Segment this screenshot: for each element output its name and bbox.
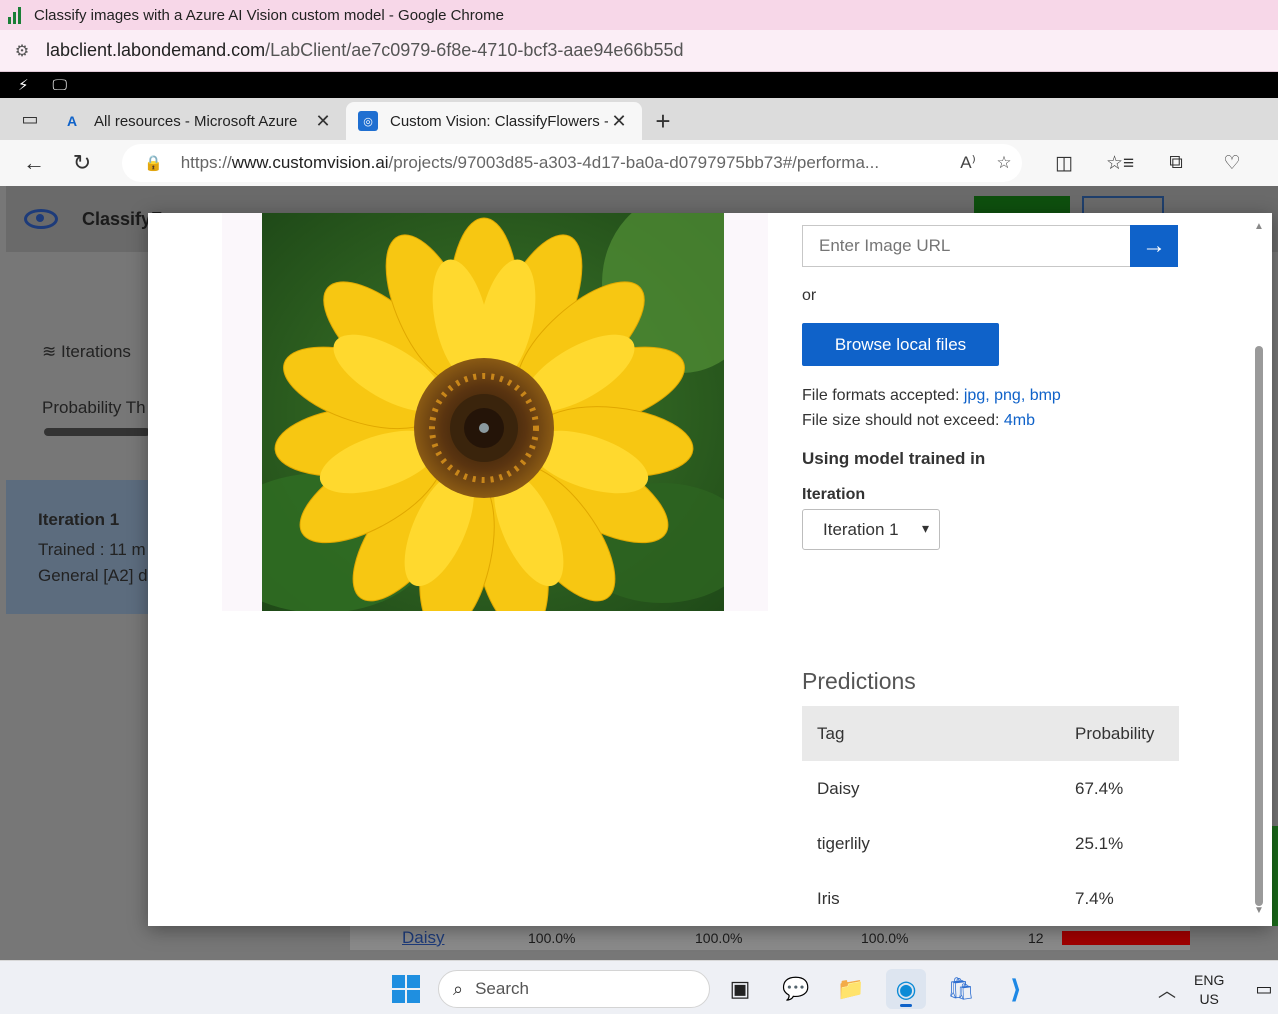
browse-local-files-button[interactable]: Browse local files xyxy=(802,323,999,366)
window-title-bar: Classify images with a Azure AI Vision c… xyxy=(0,0,1278,30)
image-url-input[interactable] xyxy=(802,225,1130,267)
lightning-icon[interactable]: ⚡ xyxy=(18,76,29,94)
probability-slider[interactable] xyxy=(44,428,150,436)
prediction-probability: 25.1% xyxy=(1075,833,1124,853)
task-view-icon[interactable]: ▣ xyxy=(720,969,760,1009)
scroll-up-icon[interactable]: ▲ xyxy=(1254,221,1264,232)
tag-link[interactable]: Daisy xyxy=(402,928,445,948)
table-row: Iris 7.4% xyxy=(802,871,1179,926)
favorites-icon[interactable]: ☆≡ xyxy=(1092,143,1148,183)
display-settings-icon[interactable]: ▭ xyxy=(1244,969,1278,1009)
iteration-trained: Trained : 11 m xyxy=(38,540,146,559)
format-jpg: jpg xyxy=(963,387,986,404)
read-aloud-icon[interactable]: A⁾ xyxy=(950,153,986,173)
split-screen-icon[interactable]: ◫ xyxy=(1036,143,1092,183)
outer-url-domain: labclient.labondemand.com xyxy=(46,40,266,60)
tab-label: All resources - Microsoft Azure xyxy=(94,112,298,130)
iteration-card-title: Iteration 1 xyxy=(38,510,120,529)
prediction-tag: Iris xyxy=(817,888,840,908)
app-chart-icon xyxy=(8,6,26,24)
iteration-card[interactable]: Iteration 1 Trained : 11 m General [A2] … xyxy=(6,480,148,614)
image-count: 12 xyxy=(1028,930,1044,946)
tab-actions-icon[interactable]: ▭ xyxy=(10,98,50,140)
ap-value: 100.0% xyxy=(861,930,909,946)
precision-value: 100.0% xyxy=(528,930,576,946)
tag-performance-row: Daisy 100.0% 100.0% 100.0% 12 xyxy=(350,926,1190,950)
tag-column-header: Tag xyxy=(802,706,1061,761)
show-hidden-icons-caret-icon[interactable]: ︿ xyxy=(1158,977,1176,1003)
table-row: Daisy 67.4% xyxy=(802,761,1179,816)
taskbar-search-placeholder: Search xyxy=(475,979,529,998)
teams-chat-icon[interactable]: 💬 xyxy=(776,969,816,1009)
outer-address-bar[interactable]: ⚙ labclient.labondemand.com/LabClient/ae… xyxy=(0,30,1278,72)
predictions-header-row: Tag Probability xyxy=(802,706,1179,761)
azure-icon: A xyxy=(66,113,78,129)
format-png: png xyxy=(994,387,1021,404)
site-settings-icon[interactable]: ⚙ xyxy=(10,40,34,62)
refresh-icon[interactable]: ↻ xyxy=(58,143,106,183)
iteration-selected-value: Iteration 1 xyxy=(823,519,899,539)
monitor-icon[interactable]: 🖵 xyxy=(53,77,67,94)
language-indicator[interactable]: ENG US xyxy=(1194,971,1224,1009)
probability-threshold-label: Probability Th xyxy=(42,398,146,417)
size-limit: 4mb xyxy=(1003,412,1036,429)
back-arrow-icon[interactable]: ← xyxy=(10,143,58,183)
vscode-icon[interactable]: ⟩ xyxy=(996,969,1036,1009)
address-url: https://www.customvision.ai/projects/970… xyxy=(180,153,880,172)
scroll-thumb[interactable] xyxy=(1255,346,1263,906)
tab-strip: ▭ A All resources - Microsoft Azure ✕ ◎ … xyxy=(0,98,1278,140)
table-row: tigerlily 25.1% xyxy=(802,816,1179,871)
taskbar-search[interactable]: ⌕ Search xyxy=(438,970,710,1008)
iteration-select-label: Iteration xyxy=(802,486,866,503)
taskbar: ⌕ Search ▣ 💬 📁 ◉ 🛍 ⟩ ︿ ENG US ▭ xyxy=(0,960,1278,1014)
scroll-down-icon[interactable]: ▼ xyxy=(1254,905,1264,916)
tab-azure[interactable]: A All resources - Microsoft Azure ✕ xyxy=(50,102,346,140)
tab-label: Custom Vision: ClassifyFlowers - xyxy=(390,112,608,130)
predictions-title: Predictions xyxy=(802,668,916,694)
prediction-tag: Daisy xyxy=(817,778,860,798)
outer-url-path: /LabClient/ae7c0979-6f8e-4710-bcf3-aae94… xyxy=(265,40,684,60)
quick-test-modal: → or Browse local files File formats acc… xyxy=(148,213,1272,926)
iteration-domain: General [A2] d xyxy=(38,566,148,585)
recall-value: 100.0% xyxy=(695,930,743,946)
search-icon: ⌕ xyxy=(453,978,464,999)
start-windows-icon[interactable] xyxy=(386,969,426,1009)
tab-custom-vision[interactable]: ◎ Custom Vision: ClassifyFlowers - ✕ xyxy=(346,102,642,140)
file-explorer-icon[interactable]: 📁 xyxy=(831,969,871,1009)
browser-essentials-icon[interactable]: ♡ xyxy=(1204,143,1260,183)
chevron-down-icon: ▾ xyxy=(921,520,929,536)
or-text: or xyxy=(802,287,817,304)
collections-icon[interactable]: ⧉ xyxy=(1148,143,1204,183)
close-tab-icon[interactable]: ✕ xyxy=(608,111,630,132)
edge-browser-icon[interactable]: ◉ xyxy=(886,969,926,1009)
submit-url-arrow-icon[interactable]: → xyxy=(1130,225,1178,267)
favorite-star-icon[interactable]: ☆ xyxy=(986,153,1022,173)
modal-scrollbar[interactable]: ▲ ▼ xyxy=(1254,221,1264,921)
lock-icon[interactable]: 🔒 xyxy=(144,154,163,172)
prediction-tag: tigerlily xyxy=(817,833,870,853)
predictions-table: Tag Probability Daisy 67.4% tigerlily 25… xyxy=(802,706,1179,926)
iterations-sidebar: ≋ Iterations Probability Th Iteration 1 … xyxy=(6,252,150,948)
probability-column-header: Probability xyxy=(1061,706,1179,761)
file-formats-info: File formats accepted: jpg, png, bmp Fil… xyxy=(802,387,1061,429)
format-bmp: bmp xyxy=(1029,387,1061,404)
close-tab-icon[interactable]: ✕ xyxy=(312,111,334,132)
image-count-bar xyxy=(1062,931,1190,945)
new-tab-button[interactable]: + xyxy=(642,102,684,140)
browser-toolbar: ← ↻ 🔒 https://www.customvision.ai/projec… xyxy=(0,140,1278,186)
lab-toolbar: ⚡ 🖵 xyxy=(0,72,1278,98)
custom-vision-icon: ◎ xyxy=(358,111,378,131)
store-icon[interactable]: 🛍 xyxy=(941,969,981,1009)
eye-logo-icon xyxy=(24,209,58,229)
window-title: Classify images with a Azure AI Vision c… xyxy=(34,6,504,24)
prediction-probability: 67.4% xyxy=(1075,778,1124,798)
iteration-select[interactable]: Iteration 1 ▾ xyxy=(802,509,940,550)
test-image-sunflower xyxy=(262,213,724,611)
address-bar[interactable]: 🔒 https://www.customvision.ai/projects/9… xyxy=(122,144,1022,182)
model-section-title: Using model trained in xyxy=(802,449,986,468)
iterations-label: ≋ Iterations xyxy=(42,342,131,361)
prediction-probability: 7.4% xyxy=(1075,888,1114,908)
